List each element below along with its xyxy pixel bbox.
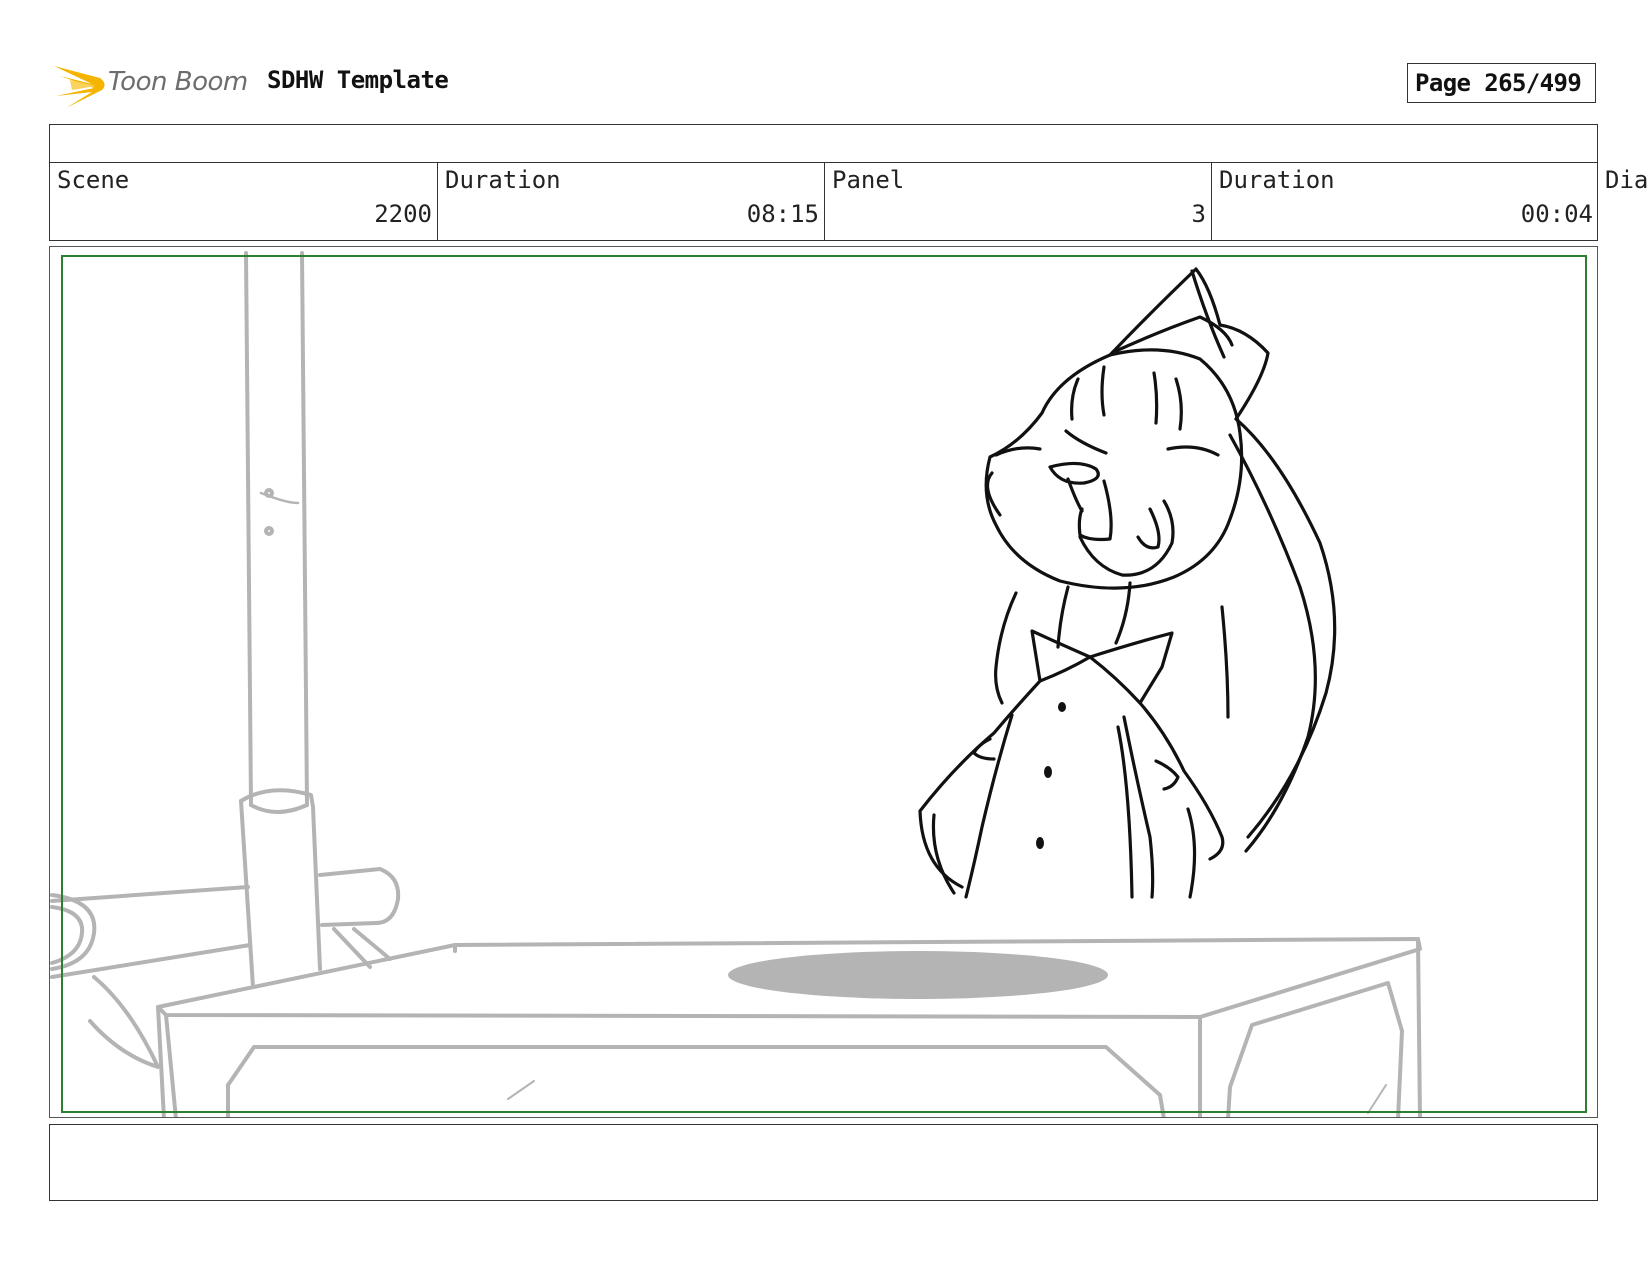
- panel-image: [49, 246, 1598, 1118]
- scene-duration-cell: Duration 08:15: [437, 162, 824, 240]
- desk-shadow: [728, 951, 1108, 999]
- panel-value: 3: [1191, 200, 1206, 228]
- template-name: SDHW Template: [267, 66, 449, 94]
- toon-boom-logo: Toon Boom: [52, 56, 252, 112]
- panel-duration-cell: Duration 00:04: [1211, 162, 1598, 240]
- dialogue-label: Dia: [1605, 166, 1649, 194]
- scene-duration-label: Duration: [445, 166, 561, 194]
- scene-label: Scene: [57, 166, 130, 194]
- shirt-buttons: [1036, 702, 1066, 849]
- logo-text: Toon Boom: [108, 67, 248, 97]
- page-counter: Page 265/499: [1407, 63, 1596, 103]
- panel-label: Panel: [832, 166, 905, 194]
- info-row: Scene 2200 Duration 08:15 Panel 3 Durati…: [49, 162, 1598, 241]
- title-row: [49, 124, 1598, 163]
- scene-cell: Scene 2200: [50, 162, 437, 240]
- panel-cell: Panel 3: [824, 162, 1211, 240]
- action-notes-box: [49, 1124, 1598, 1201]
- scene-duration-value: 08:15: [746, 200, 819, 228]
- panel-duration-value: 00:04: [1520, 200, 1593, 228]
- scene-value: 2200: [374, 200, 432, 228]
- flame-icon: [54, 66, 105, 108]
- storyboard-sketch: [50, 251, 1587, 1117]
- panel-duration-label: Duration: [1219, 166, 1335, 194]
- background-sketch: [50, 251, 1422, 1117]
- character-sketch: [918, 267, 1337, 899]
